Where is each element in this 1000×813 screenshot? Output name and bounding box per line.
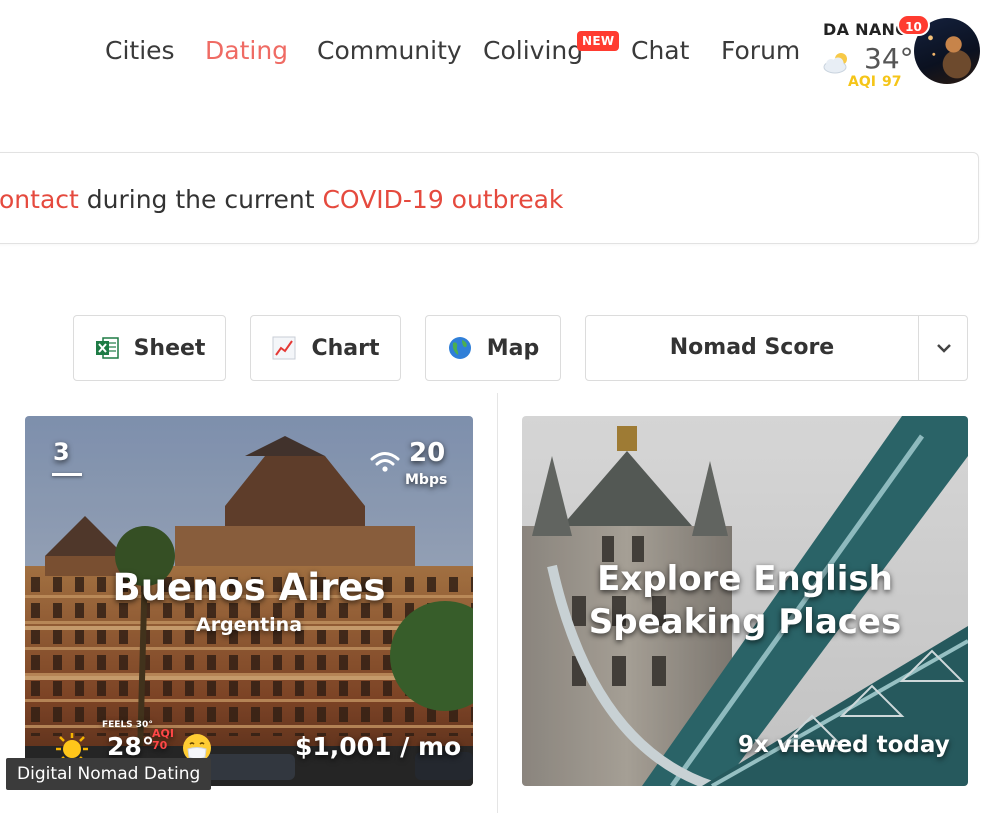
views-count: 9x viewed today [738,732,950,758]
sheet-view-button[interactable]: Sheet [73,315,226,381]
nav-dating[interactable]: Dating [205,36,288,65]
city-name: Buenos Aires [112,566,386,609]
chevron-down-icon [936,344,951,353]
nav-tooltip: Digital Nomad Dating [6,758,212,790]
country-name: Argentina [195,614,303,636]
nav-cities[interactable]: Cities [105,36,175,65]
internet-speed: 20 [409,438,446,468]
promo-card-english-speaking[interactable]: Explore English Speaking Places 9x viewe… [522,416,968,786]
notification-count-badge[interactable]: 10 [897,14,930,36]
city-aqi-value: 70 [152,739,168,752]
chart-label: Chart [311,335,380,361]
city-aqi: AQI 70 [152,728,174,752]
monthly-cost: $1,001 / mo [295,732,462,761]
notice-middle-text: during the current [78,185,323,214]
contact-link[interactable]: ontact [0,185,79,214]
internet-speed-unit: Mbps [405,472,448,488]
sun-behind-cloud-icon [823,53,847,74]
sheet-label: Sheet [133,335,206,361]
map-view-button[interactable]: Map [425,315,561,381]
chart-view-button[interactable]: Chart [250,315,401,381]
covid-outbreak-link[interactable]: COVID-19 outbreak [322,185,563,214]
column-divider [497,393,498,813]
spreadsheet-icon [95,337,119,359]
aqi-value: 97 [882,74,902,90]
nav-chat[interactable]: Chat [631,36,689,65]
covid-notice-text: ontact during the current COVID-19 outbr… [0,185,563,214]
dropdown-toggle[interactable] [919,316,968,380]
nav-coliving[interactable]: Coliving [483,36,583,65]
top-navigation: Cities Dating Community Coliving NEW Cha… [0,0,1000,110]
sort-dropdown[interactable]: Nomad Score [585,315,968,381]
promo-title: Explore English Speaking Places [588,559,902,642]
city-temperature: 28° [107,732,155,761]
aqi-label: AQI [848,74,876,90]
current-temperature: 34° [864,42,914,75]
sort-selected-value: Nomad Score [669,335,835,360]
current-location[interactable]: DA NANG [823,20,909,39]
wifi-icon [370,452,400,472]
nav-forum[interactable]: Forum [721,36,800,65]
map-label: Map [486,335,540,361]
nav-community[interactable]: Community [317,36,462,65]
globe-icon [448,337,471,359]
rank-underline [52,473,82,476]
chart-increasing-icon [272,336,296,360]
feels-like: FEELS 30° [102,720,153,730]
city-card-buenos-aires[interactable]: 3 20 Mbps Buenos Aires Argentina FEELS 3… [25,416,473,786]
new-badge: NEW [577,31,620,51]
rank-number: 3 [53,438,70,466]
